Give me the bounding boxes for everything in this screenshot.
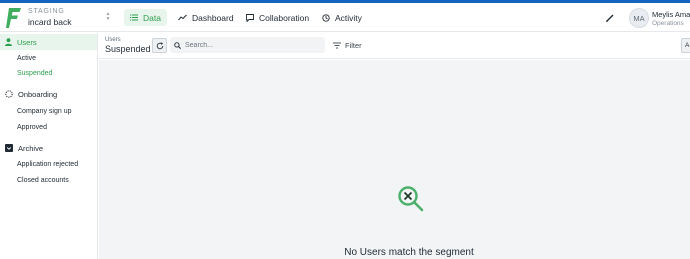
history-icon [322,13,330,22]
brand-logo[interactable] [6,7,22,29]
sidebar-item-company-sign-up[interactable]: Company sign up [17,108,71,115]
sidebar: Users Active Suspended Onboarding Compan… [0,33,98,259]
breadcrumb-collection: Users [105,37,121,43]
refresh-icon [156,41,163,49]
search-box[interactable] [170,37,325,53]
search-no-results-icon [398,186,424,212]
filter-button[interactable]: Filter [333,39,362,51]
user-icon [5,38,12,46]
sidebar-item-closed-accounts[interactable]: Closed accounts [17,177,69,184]
tab-collaboration-label: Collaboration [259,12,310,23]
sidebar-section-onboarding[interactable]: Onboarding [0,86,97,102]
chevron-up-down-icon[interactable]: ▲ ▼ [105,12,111,24]
list-icon [130,14,138,21]
comment-icon [246,13,254,22]
toolbar: Users Suspended Filter A [99,33,690,59]
refresh-button[interactable] [152,38,167,53]
empty-state-message: No Users match the segment [344,247,474,258]
sidebar-section-label: Users [17,37,37,47]
search-input[interactable] [185,41,325,49]
tab-dashboard-label: Dashboard [192,12,234,23]
search-icon [174,41,181,49]
avatar-initials: MA [633,13,645,23]
sidebar-section-users[interactable]: Users [0,34,97,50]
sidebar-item-application-rejected[interactable]: Application rejected [17,161,78,168]
sidebar-item-approved[interactable]: Approved [17,124,47,131]
filter-label: Filter [345,40,362,50]
trend-line-icon [178,14,187,21]
edit-pencil-icon[interactable] [605,13,615,23]
archive-icon [5,144,13,152]
spinner-icon [5,90,13,98]
sidebar-section-label: Onboarding [18,89,58,99]
user-role: Operations [652,20,684,27]
environment-label: STAGING [28,8,65,15]
page-title: Suspended [105,44,151,54]
tab-collaboration[interactable]: Collaboration [240,9,315,26]
tab-activity-label: Activity [335,12,362,23]
main-content: No Users match the segment [99,60,690,259]
tab-activity[interactable]: Activity [316,9,368,26]
sidebar-item-active[interactable]: Active [17,55,36,62]
toolbar-action-button[interactable]: A [681,38,690,53]
tab-data-label: Data [143,12,161,23]
tab-data[interactable]: Data [124,9,167,26]
avatar[interactable]: MA [629,8,649,28]
user-name[interactable]: Meylis Aman [652,10,690,19]
sidebar-section-label: Archive [18,143,44,153]
environment-name[interactable]: incard back [28,17,71,27]
sidebar-section-archive[interactable]: Archive [0,140,97,156]
filter-icon [333,42,341,48]
top-bar: STAGING incard back ▲ ▼ Data Dashboard Co… [0,3,690,32]
sidebar-item-suspended[interactable]: Suspended [17,70,52,77]
tab-dashboard[interactable]: Dashboard [172,9,240,26]
